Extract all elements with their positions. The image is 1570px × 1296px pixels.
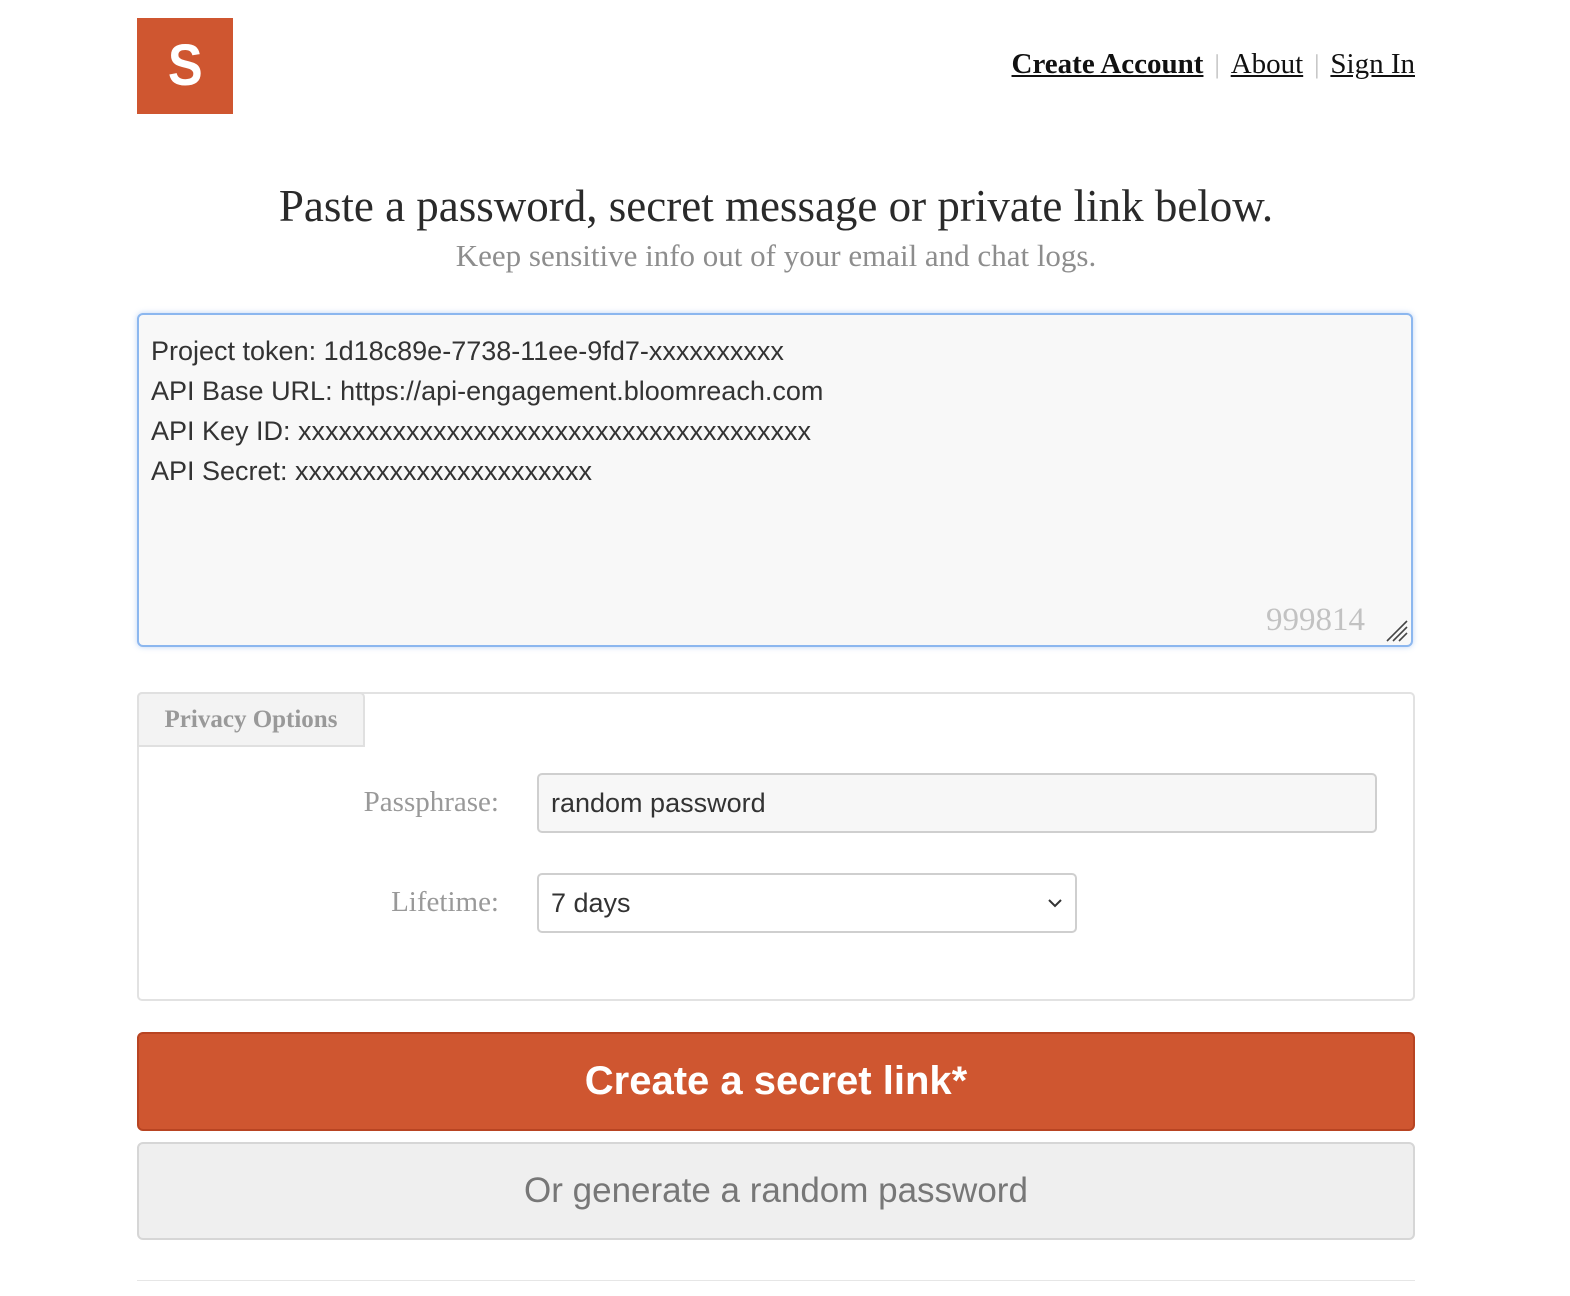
create-account-link[interactable]: Create Account xyxy=(1012,48,1204,81)
lifetime-select[interactable]: 7 days xyxy=(537,873,1077,933)
create-secret-link-button[interactable]: Create a secret link* xyxy=(137,1032,1415,1131)
resize-handle-icon[interactable] xyxy=(1383,617,1409,643)
character-counter: 999814 xyxy=(1266,602,1365,638)
lifetime-selected-value: 7 days xyxy=(551,887,631,918)
nav-separator: | xyxy=(1314,49,1320,79)
secret-textarea[interactable] xyxy=(139,315,1411,645)
generate-random-password-button[interactable]: Or generate a random password xyxy=(137,1142,1415,1240)
passphrase-input[interactable] xyxy=(537,773,1377,833)
page-title: Paste a password, secret message or priv… xyxy=(278,181,1274,231)
secret-textarea-wrapper: 999814 xyxy=(137,313,1413,647)
chevron-down-icon xyxy=(1048,899,1062,908)
lifetime-label: Lifetime: xyxy=(391,886,499,918)
passphrase-label: Passphrase: xyxy=(363,786,499,818)
logo-letter: S xyxy=(167,33,203,98)
page-subtitle: Keep sensitive info out of your email an… xyxy=(455,238,1097,273)
privacy-options-panel: Privacy Options Passphrase: Lifetime: 7 … xyxy=(137,692,1415,1001)
sign-in-link[interactable]: Sign In xyxy=(1330,48,1415,81)
logo[interactable]: S xyxy=(137,18,233,114)
nav-separator: | xyxy=(1214,49,1220,79)
privacy-options-tab[interactable]: Privacy Options xyxy=(137,692,365,747)
top-nav: Create Account | About | Sign In xyxy=(1012,48,1415,81)
divider xyxy=(137,1280,1415,1281)
about-link[interactable]: About xyxy=(1231,48,1304,81)
